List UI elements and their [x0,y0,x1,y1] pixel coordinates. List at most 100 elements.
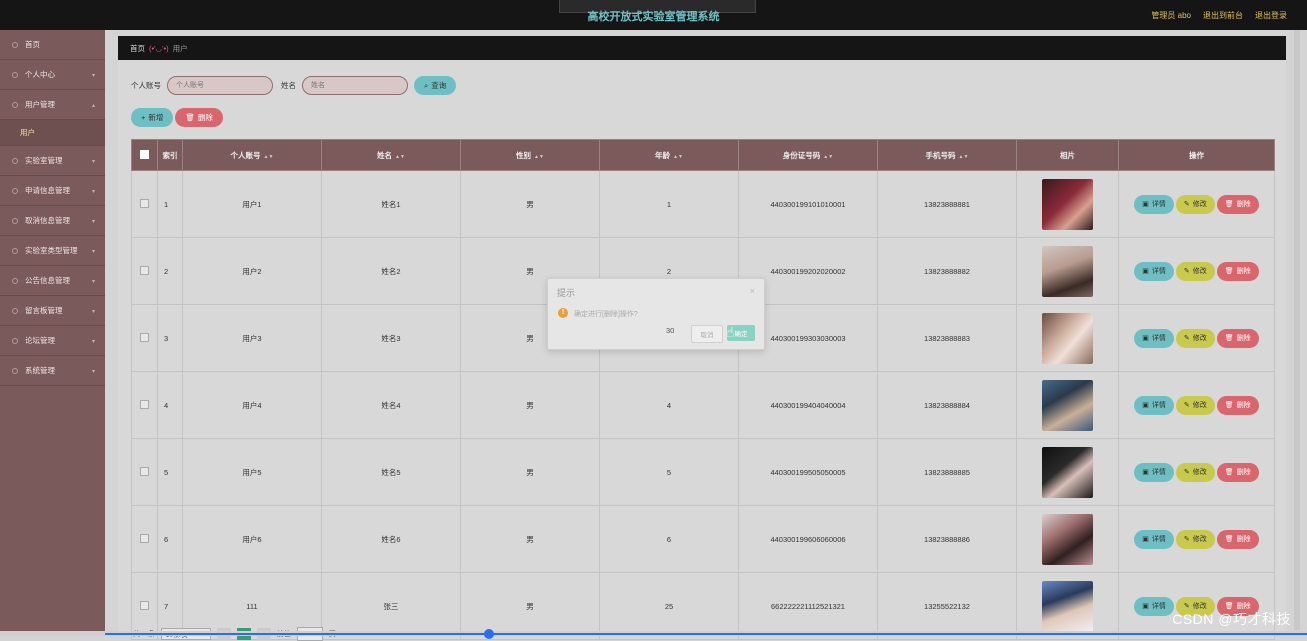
detail-button[interactable]: ▣ 详情 [1134,261,1174,281]
row-select-cell[interactable] [131,438,158,506]
row-checkbox[interactable] [140,399,149,409]
user-photo[interactable] [1042,312,1093,364]
row-select-cell[interactable] [131,170,158,238]
row-checkbox[interactable] [140,466,149,476]
sidebar-item-cancellation[interactable]: 取消信息管理 ▾ [0,206,105,236]
delete-button[interactable]: 🗑 删除 [1216,261,1259,281]
document-icon [12,187,18,194]
row-checkbox[interactable] [140,600,149,610]
user-photo[interactable] [1042,513,1093,565]
detail-button[interactable]: ▣ 详情 [1134,462,1174,482]
pencil-icon: ✎ [1183,335,1190,342]
row-checkbox[interactable] [140,198,149,208]
category-icon [12,247,18,254]
sidebar-item-message-board[interactable]: 留言板管理 ▾ [0,296,105,326]
row-select-cell[interactable] [131,237,158,305]
bell-icon [12,277,18,284]
user-photo[interactable] [1042,178,1093,230]
sort-icon[interactable]: ▲▼ [959,154,969,160]
user-photo[interactable] [1042,446,1093,498]
cell-age: 6 [599,505,739,573]
detail-button[interactable]: ▣ 详情 [1134,328,1174,348]
sidebar-item-home[interactable]: 首页 [0,30,105,60]
detail-button[interactable]: ▣ 详情 [1134,194,1174,214]
detail-icon: ▣ [1142,335,1149,342]
chevron-down-icon: ▾ [91,249,95,255]
sidebar-item-system[interactable]: 系统管理 ▾ [0,356,105,386]
sort-icon[interactable]: ▲▼ [264,154,274,160]
sidebar-item-lab-type[interactable]: 实验室类型管理 ▾ [0,236,105,266]
user-icon [12,71,18,78]
user-photo[interactable] [1042,580,1093,632]
vertical-scrollbar[interactable] [1294,30,1300,630]
edit-button[interactable]: ✎ 修改 [1175,529,1215,549]
sidebar-item-announcement[interactable]: 公告信息管理 ▾ [0,266,105,296]
edit-button[interactable]: ✎ 修改 [1175,261,1215,281]
breadcrumb-home[interactable]: 首页 [130,43,145,54]
edit-button[interactable]: ✎ 修改 [1175,395,1215,415]
detail-button[interactable]: ▣ 详情 [1134,596,1174,616]
column-header-age[interactable]: 年龄 ▲▼ [599,139,739,171]
row-checkbox[interactable] [140,533,149,543]
select-all-header[interactable] [131,139,158,171]
sort-icon[interactable]: ▲▼ [395,154,405,160]
detail-button[interactable]: ▣ 详情 [1134,395,1174,415]
edit-button[interactable]: ✎ 修改 [1175,462,1215,482]
name-search-input[interactable] [302,76,408,95]
detail-icon: ▣ [1142,402,1149,409]
column-header-id-number[interactable]: 身份证号码 ▲▼ [738,139,878,171]
user-photo[interactable] [1042,245,1093,297]
sort-icon[interactable]: ▲▼ [534,154,544,160]
dialog-message: 确定进行[删除]操作? [574,311,638,318]
row-select-cell[interactable] [131,304,158,372]
edit-button[interactable]: ✎ 修改 [1175,194,1215,214]
user-photo[interactable] [1042,379,1093,431]
logout-link[interactable]: 退出登录 [1255,10,1287,21]
query-button[interactable]: ⌕ 查询 [414,76,457,95]
delete-button[interactable]: 🗑 删除 [1216,328,1259,348]
row-select-cell[interactable] [131,371,158,439]
sidebar-subitem-users[interactable]: 用户 [0,120,105,146]
row-select-cell[interactable] [131,505,158,573]
chevron-down-icon: ▾ [91,73,95,79]
column-header-name[interactable]: 姓名 ▲▼ [321,139,461,171]
row-checkbox[interactable] [140,332,149,342]
delete-button[interactable]: 🗑 删除 [1216,529,1259,549]
close-icon[interactable]: × [750,286,755,296]
batch-delete-button[interactable]: 🗑 删除 [175,108,223,127]
column-header-gender[interactable]: 性别 ▲▼ [460,139,600,171]
delete-button[interactable]: 🗑 删除 [1216,395,1259,415]
back-to-front-link[interactable]: 退出到前台 [1203,10,1243,21]
delete-button[interactable]: 🗑 删除 [1216,462,1259,482]
action-bar: + 新增 🗑 删除 [131,108,223,127]
account-search-input[interactable] [167,76,273,95]
sort-icon[interactable]: ▲▼ [823,154,833,160]
sort-icon[interactable]: ▲▼ [673,154,683,160]
gear-icon [12,367,18,374]
horizontal-scrollbar[interactable] [0,629,1307,639]
row-checkbox[interactable] [140,265,149,275]
cell-phone: 13255522132 [877,572,1017,640]
cell-name: 姓名4 [321,371,461,439]
detail-button[interactable]: ▣ 详情 [1134,529,1174,549]
cell-operations: ▣ 详情 ✎ 修改 🗑 删除 [1118,438,1275,506]
sidebar-item-lab[interactable]: 实验室管理 ▾ [0,146,105,176]
delete-button[interactable]: 🗑 删除 [1216,194,1259,214]
add-button[interactable]: + 新增 [131,108,174,127]
edit-button[interactable]: ✎ 修改 [1175,328,1215,348]
column-header-phone[interactable]: 手机号码 ▲▼ [877,139,1017,171]
sidebar-item-forum[interactable]: 论坛管理 ▾ [0,326,105,356]
trash-icon: 🗑 [1224,201,1234,208]
sidebar-item-application[interactable]: 申请信息管理 ▾ [0,176,105,206]
column-header-account[interactable]: 个人账号 ▲▼ [182,139,322,171]
pencil-icon: ✎ [1183,469,1190,476]
dialog-cancel-button[interactable]: 取消 [691,325,723,343]
select-all-checkbox[interactable] [140,149,149,159]
sidebar-item-profile[interactable]: 个人中心 ▾ [0,60,105,90]
sidebar-item-user-management[interactable]: 用户管理 ▴ [0,90,105,120]
sidebar: 首页 个人中心 ▾ 用户管理 ▴ 用户 实验室管理 ▾ 申请信息管理 ▾ 取消信息管理 ▾… [0,30,105,636]
chevron-down-icon: ▾ [91,339,95,345]
scrollbar-thumb[interactable] [484,629,494,639]
breadcrumb: 首页 (•'◡'•) 用户 [118,36,1286,60]
cell-photo [1016,505,1119,573]
